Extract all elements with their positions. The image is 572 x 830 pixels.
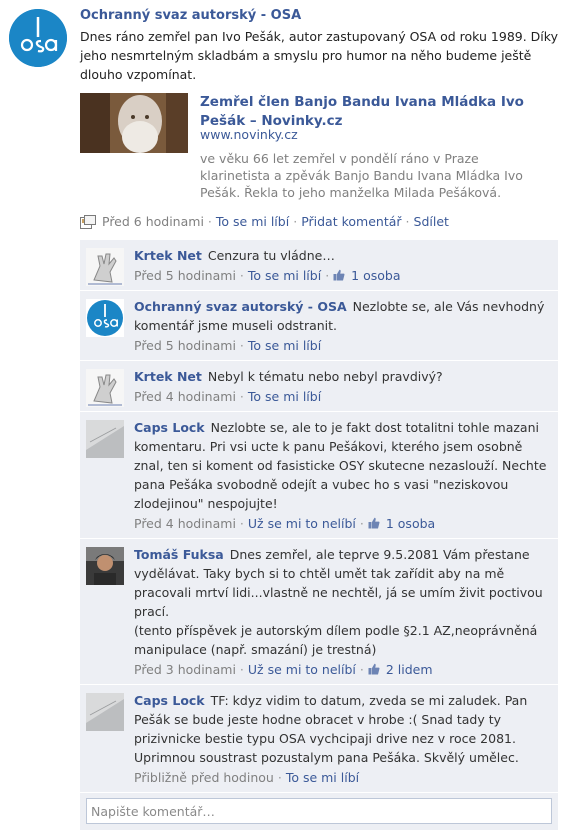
comment-likes-count[interactable]: 2 lidem <box>368 662 433 677</box>
comment-timestamp[interactable]: Před 3 hodinami <box>134 662 236 677</box>
thumbs-up-icon <box>368 517 380 529</box>
shared-link-title[interactable]: Zemřel člen Banjo Bandu Ivana Mládka Ivo… <box>200 93 545 131</box>
separator: · <box>239 516 244 531</box>
comment-timestamp[interactable]: Před 5 hodinami <box>134 268 236 283</box>
post-like-link[interactable]: To se mi líbí <box>216 214 289 229</box>
comment-text: Cenzura tu vládne… <box>207 248 335 263</box>
post-add-comment-link[interactable]: Přidat komentář <box>301 214 401 229</box>
shared-link-url[interactable]: www.novinky.cz <box>200 127 298 142</box>
separator: · <box>325 268 330 283</box>
keyboard-photo <box>86 420 124 458</box>
separator: · <box>359 662 364 677</box>
comment-likes-label: 1 osoba <box>385 516 436 531</box>
separator: · <box>239 662 244 677</box>
commenter-avatar[interactable] <box>86 248 124 286</box>
comment-item: Tomáš Fuksa Dnes zemřel, ale teprve 9.5.… <box>80 539 558 685</box>
separator: · <box>405 214 410 229</box>
comment-unlike-link[interactable]: Už se mi to nelíbí <box>248 662 356 677</box>
keyboard-photo <box>86 693 124 731</box>
comment-author-link[interactable]: Krtek Net <box>134 248 202 263</box>
comment-likes-label: 2 lidem <box>385 662 433 677</box>
commenter-avatar[interactable] <box>86 369 124 407</box>
comment-input[interactable] <box>86 798 552 824</box>
hand-icon <box>86 248 124 286</box>
shared-link-thumbnail[interactable] <box>80 93 188 153</box>
comment-author-link[interactable]: Ochranný svaz autorský - OSA <box>134 299 347 314</box>
separator: · <box>239 268 244 283</box>
separator: · <box>207 214 212 229</box>
comment-author-link[interactable]: Krtek Net <box>134 369 202 384</box>
post-text: Dnes ráno zemřel pan Ivo Pešák, autor za… <box>80 29 558 82</box>
comment-timestamp[interactable]: Přibližně před hodinou <box>134 770 274 785</box>
comment-like-link[interactable]: To se mi líbí <box>286 770 359 785</box>
comment-text: Nebyl k tématu nebo nebyl pravdivý? <box>207 369 443 384</box>
separator: · <box>239 338 244 353</box>
comment-like-link[interactable]: To se mi líbí <box>248 389 321 404</box>
commenter-avatar[interactable] <box>86 299 124 337</box>
separator: · <box>239 389 244 404</box>
comment-author-link[interactable]: Tomáš Fuksa <box>134 547 224 562</box>
separator: · <box>359 516 364 531</box>
thumbs-up-icon <box>333 269 345 281</box>
hand-icon <box>86 369 124 407</box>
comment-like-link[interactable]: To se mi líbí <box>248 268 321 283</box>
post-author-link[interactable]: Ochranný svaz autorský - OSA <box>80 8 562 23</box>
post-actions: Před 6 hodinami · To se mi líbí · Přidat… <box>80 214 449 229</box>
comment-timestamp[interactable]: Před 5 hodinami <box>134 338 236 353</box>
comment-author-link[interactable]: Caps Lock <box>134 693 205 708</box>
comment-likes-label: 1 osoba <box>351 268 401 283</box>
osa-logo-icon <box>9 9 67 67</box>
comment-item: Krtek Net Nebyl k tématu nebo nebyl prav… <box>80 361 558 412</box>
comment-item: Caps Lock Nezlobte se, ale to je fakt do… <box>80 412 558 539</box>
osa-logo-avatar[interactable] <box>9 9 67 67</box>
commenter-avatar[interactable] <box>86 547 124 585</box>
person-photo <box>86 547 124 585</box>
comment-timestamp[interactable]: Před 4 hodinami <box>134 516 236 531</box>
comment-input-row <box>80 793 558 830</box>
thumbs-up-icon <box>368 663 380 675</box>
comment-likes-count[interactable]: 1 osoba <box>333 268 401 283</box>
comment-item: Krtek Net Cenzura tu vládne… Před 5 hodi… <box>80 240 558 291</box>
post-type-icon <box>80 214 96 229</box>
comment-like-link[interactable]: To se mi líbí <box>248 338 321 353</box>
comment-item: Caps Lock TF: kdyz vidim to datum, zveda… <box>80 685 558 793</box>
comment-item: Ochranný svaz autorský - OSA Nezlobte se… <box>80 291 558 361</box>
separator: · <box>277 770 282 785</box>
separator: · <box>293 214 298 229</box>
commenter-avatar[interactable] <box>86 420 124 458</box>
man-portrait-photo <box>80 93 188 153</box>
post-timestamp[interactable]: Před 6 hodinami <box>102 214 204 229</box>
shared-link-preview: Zemřel člen Banjo Bandu Ivana Mládka Ivo… <box>80 93 550 205</box>
comment-author-link[interactable]: Caps Lock <box>134 420 205 435</box>
post-share-link[interactable]: Sdílet <box>414 214 449 229</box>
osa-logo-icon <box>86 299 124 337</box>
comment-text: Dnes zemřel, ale teprve 9.5.2081 Vám pře… <box>134 547 543 657</box>
comment-unlike-link[interactable]: Už se mi to nelíbí <box>248 516 356 531</box>
comment-likes-count[interactable]: 1 osoba <box>368 516 435 531</box>
comment-list: Krtek Net Cenzura tu vládne… Před 5 hodi… <box>80 238 558 830</box>
commenter-avatar[interactable] <box>86 693 124 731</box>
comment-timestamp[interactable]: Před 4 hodinami <box>134 389 236 404</box>
shared-link-description: ve věku 66 let zemřel v pondělí ráno v P… <box>200 151 523 200</box>
